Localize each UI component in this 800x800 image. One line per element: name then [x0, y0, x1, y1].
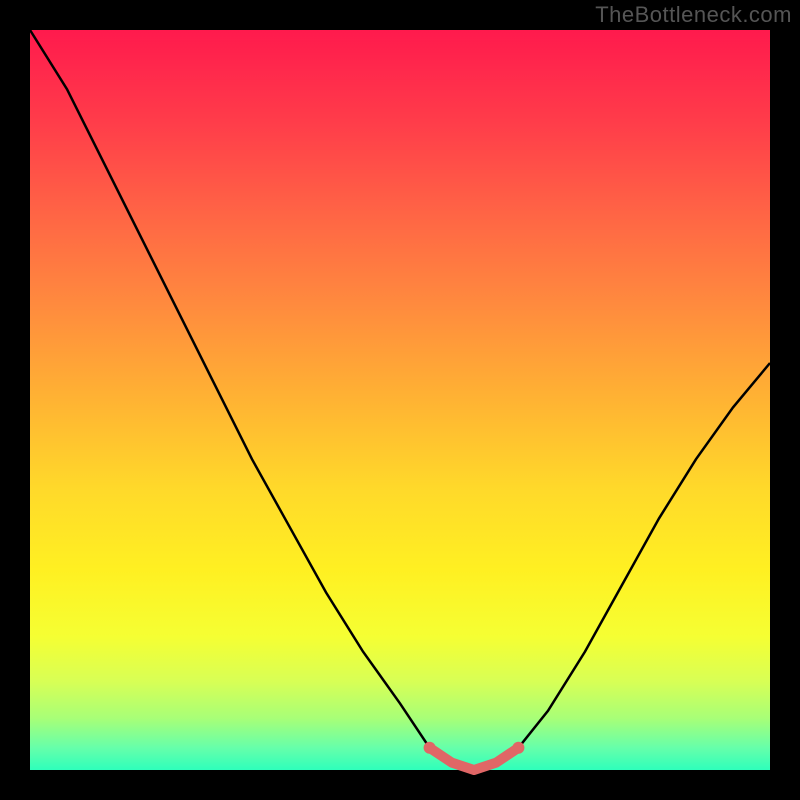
valley-end-dot: [512, 742, 524, 754]
valley-highlight: [430, 748, 519, 770]
bottleneck-curve: [30, 30, 770, 770]
chart-frame: TheBottleneck.com: [0, 0, 800, 800]
curve-layer: [30, 30, 770, 770]
valley-start-dot: [424, 742, 436, 754]
plot-area: [30, 30, 770, 770]
watermark-text: TheBottleneck.com: [595, 2, 792, 28]
